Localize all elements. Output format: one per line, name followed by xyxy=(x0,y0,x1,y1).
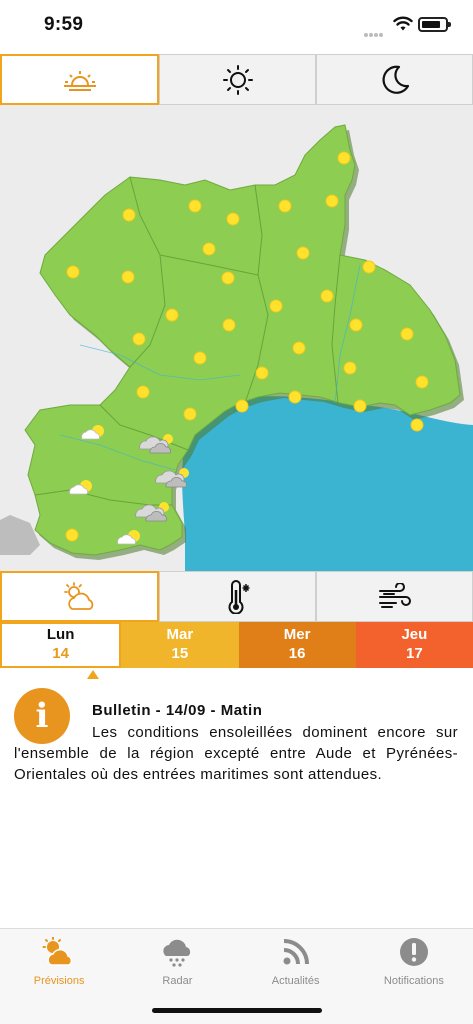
selected-day-pointer xyxy=(87,670,99,679)
partly-cloudy-icon xyxy=(42,937,73,966)
partly-cloudy-icon xyxy=(63,581,93,610)
tab-weather[interactable] xyxy=(0,571,159,622)
sun-icon xyxy=(188,199,202,213)
sun-icon xyxy=(122,208,136,222)
sun-icon xyxy=(222,318,236,332)
sun-icon xyxy=(288,390,302,404)
forecast-map[interactable] xyxy=(0,105,473,571)
day-selector: Lun 14 Mar 15 Mer 16 Jeu 17 xyxy=(0,622,473,668)
nav-notifications[interactable]: Notifications xyxy=(355,929,473,1024)
day-number: 17 xyxy=(406,645,423,662)
sun-icon xyxy=(349,318,363,332)
sun-icon xyxy=(343,361,357,375)
day-number: 15 xyxy=(171,645,189,662)
day-name: Mar xyxy=(166,626,194,643)
nav-previsions[interactable]: Prévisions xyxy=(0,929,118,1024)
sun-icon xyxy=(353,399,367,413)
sunrise-icon xyxy=(63,70,96,91)
home-indicator xyxy=(152,1008,322,1013)
thermometer-icon xyxy=(228,579,249,614)
sun-icon xyxy=(296,246,310,260)
tab-morning[interactable] xyxy=(0,54,159,105)
sun-icon xyxy=(325,194,339,208)
sun-icon xyxy=(269,299,283,313)
sun-icon xyxy=(132,332,146,346)
day-tab-lun[interactable]: Lun 14 xyxy=(0,622,122,668)
mode-tabs xyxy=(0,571,473,622)
day-tab-mar[interactable]: Mar 15 xyxy=(121,622,239,668)
bulletin-text: Les conditions ensoleillées dominent enc… xyxy=(14,724,458,783)
nav-label: Radar xyxy=(162,975,193,987)
sun-icon xyxy=(226,212,240,226)
nav-label: Prévisions xyxy=(33,975,85,987)
day-tab-jeu[interactable]: Jeu 17 xyxy=(355,622,473,668)
day-name: Lun xyxy=(46,626,75,643)
day-name: Jeu xyxy=(401,626,428,643)
wind-icon xyxy=(378,582,411,608)
nav-label: Notifications xyxy=(383,975,444,987)
sun-icon xyxy=(278,199,292,213)
status-time: 9:59 xyxy=(44,14,84,35)
alert-icon xyxy=(399,938,428,966)
sun-icon xyxy=(165,308,179,322)
sun-icon xyxy=(193,351,207,365)
sun-icon xyxy=(337,151,351,165)
sun-icon xyxy=(66,265,80,279)
sun-icon xyxy=(410,418,424,432)
tab-night[interactable] xyxy=(316,54,473,105)
day-tab-mer[interactable]: Mer 16 xyxy=(238,622,356,668)
bulletin: i Bulletin - 14/09 - Matin Les condition… xyxy=(0,680,473,928)
sun-icon xyxy=(415,375,429,389)
sun-icon xyxy=(292,341,306,355)
signal-icon xyxy=(364,24,388,37)
sun-icon xyxy=(362,260,376,274)
day-number: 16 xyxy=(288,645,306,662)
battery-icon xyxy=(418,17,451,32)
sun-icon xyxy=(255,366,269,380)
sun-icon xyxy=(136,385,150,399)
period-tabs xyxy=(0,54,473,105)
nav-label: Actualités xyxy=(271,975,320,987)
sun-icon xyxy=(65,528,79,542)
bulletin-title: Bulletin - 14/09 - Matin xyxy=(92,702,263,719)
sun-icon xyxy=(121,270,135,284)
sun-icon xyxy=(221,271,235,285)
day-name: Mer xyxy=(283,626,311,643)
moon-icon xyxy=(381,65,409,94)
sun-icon xyxy=(202,242,216,256)
rain-cloud-icon xyxy=(163,939,191,967)
tab-afternoon[interactable] xyxy=(159,54,316,105)
wifi-icon xyxy=(393,16,413,31)
status-bar: 9:59 xyxy=(0,0,473,54)
sun-icon xyxy=(235,399,249,413)
tab-wind[interactable] xyxy=(316,571,473,622)
sun-icon xyxy=(183,407,197,421)
day-number: 14 xyxy=(52,645,69,662)
tab-temperature[interactable] xyxy=(159,571,316,622)
sun-icon xyxy=(320,289,334,303)
sun-icon xyxy=(400,327,414,341)
rss-icon xyxy=(283,939,309,965)
sun-icon xyxy=(222,64,253,95)
